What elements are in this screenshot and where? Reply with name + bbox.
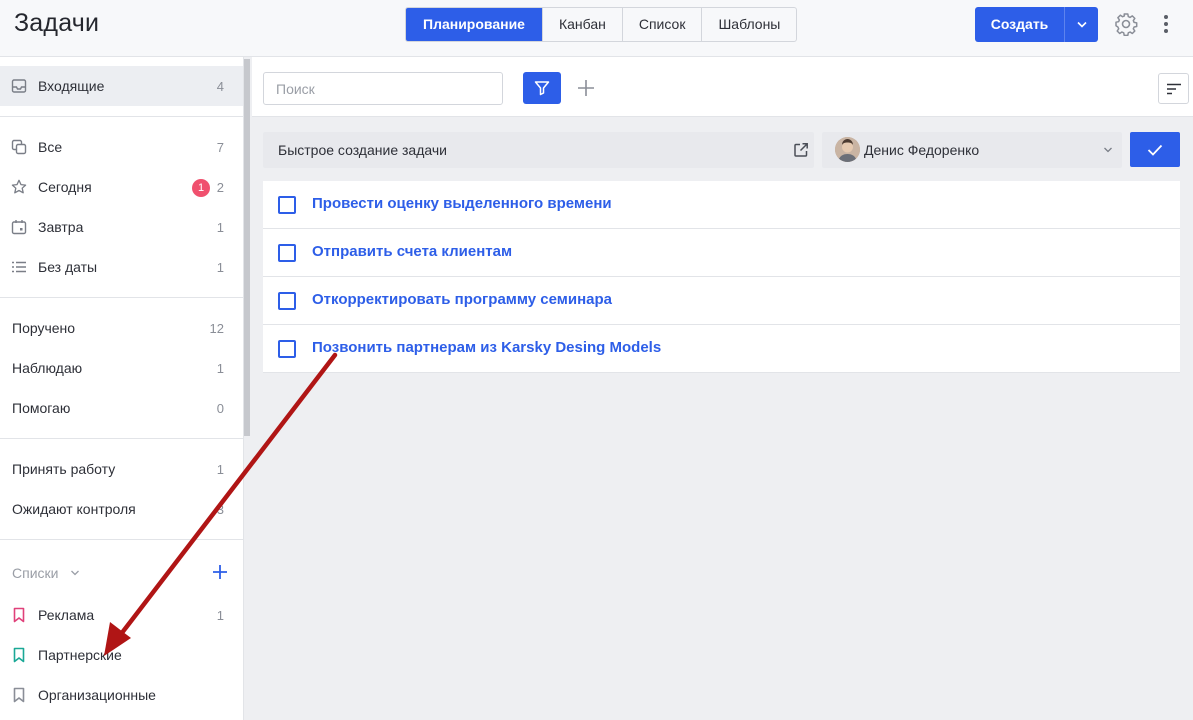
kebab-menu-icon[interactable]	[1156, 12, 1176, 36]
sidebar-item-count: 1	[216, 461, 224, 477]
sidebar-item-label: Партнерские	[38, 647, 122, 663]
sidebar-item-count: 1	[216, 219, 224, 235]
sidebar-scrollbar[interactable]	[244, 59, 250, 436]
task-checkbox[interactable]	[278, 244, 296, 262]
external-link-icon[interactable]	[793, 142, 809, 158]
list-icon	[12, 261, 26, 273]
filter-button[interactable]	[523, 72, 561, 104]
sidebar-item-no-date[interactable]: Без даты 1	[0, 247, 243, 287]
task-title[interactable]: Позвонить партнерам из Karsky Desing Mod…	[312, 339, 661, 356]
lists-section-title[interactable]: Списки	[12, 565, 58, 581]
quick-create-input[interactable]	[263, 132, 783, 168]
sidebar-item-inbox[interactable]: Входящие 4	[0, 66, 243, 106]
sidebar-item-tomorrow[interactable]: Завтра 1	[0, 207, 243, 247]
task-checkbox[interactable]	[278, 340, 296, 358]
check-icon	[1147, 144, 1163, 156]
sidebar-item-label: Реклама	[38, 607, 95, 623]
sidebar-item-label: Помогаю	[12, 400, 71, 416]
sidebar-item-label: Поручено	[12, 320, 76, 336]
sidebar-item-label: Все	[38, 139, 63, 155]
bookmark-icon	[13, 647, 25, 663]
star-icon	[11, 179, 27, 194]
sidebar-item-list-partners[interactable]: Партнерские	[0, 635, 243, 675]
task-checkbox[interactable]	[278, 196, 296, 214]
sort-button[interactable]	[1158, 73, 1189, 104]
notification-badge: 1	[192, 179, 210, 197]
bookmark-icon	[13, 607, 25, 623]
sidebar-item-watching[interactable]: Наблюдаю 1	[0, 348, 243, 388]
chevron-down-icon	[1104, 147, 1112, 153]
sidebar-item-count: 1	[216, 607, 224, 623]
sidebar-item-label: Принять работу	[12, 461, 116, 477]
sidebar-item-assigned[interactable]: Поручено 12	[0, 308, 243, 348]
sidebar-item-list-ads[interactable]: Реклама 1	[0, 595, 243, 635]
calendar-icon	[11, 220, 27, 235]
create-dropdown-button[interactable]	[1064, 7, 1098, 42]
task-title[interactable]: Отправить счета клиентам	[312, 243, 512, 260]
sidebar-item-accept-work[interactable]: Принять работу 1	[0, 449, 243, 489]
divider	[0, 438, 243, 439]
sidebar-item-count: 7	[216, 139, 224, 155]
sidebar: Входящие 4 Все 7 Сегодня 1 2 Завтра 1 Бе…	[0, 57, 244, 720]
task-row[interactable]: Отправить счета клиентам	[263, 229, 1180, 277]
sidebar-item-label: Входящие	[38, 78, 105, 94]
assignee-name: Денис Федоренко	[864, 142, 980, 158]
sidebar-item-label: Завтра	[38, 219, 84, 235]
sidebar-item-label: Организационные	[38, 687, 156, 703]
divider	[0, 297, 243, 298]
inbox-icon	[11, 79, 27, 93]
filter-icon	[534, 81, 550, 96]
page-title: Задачи	[14, 9, 100, 37]
bookmark-icon	[13, 687, 25, 703]
sidebar-item-label: Наблюдаю	[12, 360, 83, 376]
sidebar-item-count: 4	[216, 78, 224, 94]
chevron-down-icon[interactable]	[70, 569, 80, 577]
sidebar-item-awaiting-control[interactable]: Ожидают контроля 3	[0, 489, 243, 529]
sidebar-item-today[interactable]: Сегодня 1 2	[0, 167, 243, 207]
task-row[interactable]: Провести оценку выделенного времени	[263, 181, 1180, 229]
sidebar-item-helping[interactable]: Помогаю 0	[0, 388, 243, 428]
task-checkbox[interactable]	[278, 292, 296, 310]
divider	[0, 539, 243, 540]
sidebar-item-count: 0	[216, 400, 224, 416]
sidebar-item-label: Без даты	[38, 259, 98, 275]
quick-create-bar	[263, 132, 814, 168]
sidebar-item-count: 1	[216, 360, 224, 376]
sidebar-item-count: 3	[216, 501, 224, 517]
add-list-icon[interactable]	[211, 563, 229, 581]
sidebar-item-count: 1	[216, 259, 224, 275]
confirm-create-button[interactable]	[1130, 132, 1180, 167]
create-button-group: Создать	[975, 7, 1098, 42]
copy-icon	[11, 139, 27, 155]
tab-templates[interactable]: Шаблоны	[701, 8, 796, 41]
chevron-down-icon	[1076, 21, 1087, 28]
task-row[interactable]: Позвонить партнерам из Karsky Desing Mod…	[263, 325, 1180, 373]
sidebar-item-label: Сегодня	[38, 179, 92, 195]
sort-icon	[1166, 83, 1181, 94]
tab-planning[interactable]: Планирование	[406, 8, 542, 41]
sidebar-item-label: Ожидают контроля	[12, 501, 136, 517]
sidebar-item-list-organizational[interactable]: Организационные	[0, 675, 243, 715]
sidebar-item-count: 2	[216, 179, 224, 195]
sidebar-item-all[interactable]: Все 7	[0, 127, 243, 167]
view-switcher: Планирование Канбан Список Шаблоны	[405, 7, 798, 42]
task-row[interactable]: Откорректировать программу семинара	[263, 277, 1180, 325]
avatar	[835, 137, 860, 162]
plus-icon[interactable]	[577, 79, 595, 97]
task-list: Провести оценку выделенного времени Отпр…	[263, 181, 1180, 373]
create-button[interactable]: Создать	[975, 7, 1064, 42]
divider	[0, 116, 243, 117]
task-title[interactable]: Провести оценку выделенного времени	[312, 195, 612, 212]
tab-kanban[interactable]: Канбан	[541, 8, 622, 41]
sidebar-item-count: 12	[209, 320, 224, 336]
top-header: Задачи Планирование Канбан Список Шаблон…	[0, 0, 1193, 57]
task-title[interactable]: Откорректировать программу семинара	[312, 291, 612, 308]
tab-list[interactable]: Список	[621, 8, 702, 41]
assignee-select[interactable]: Денис Федоренко	[822, 132, 1122, 168]
gear-icon[interactable]	[1114, 12, 1138, 36]
search-input[interactable]	[263, 72, 503, 105]
